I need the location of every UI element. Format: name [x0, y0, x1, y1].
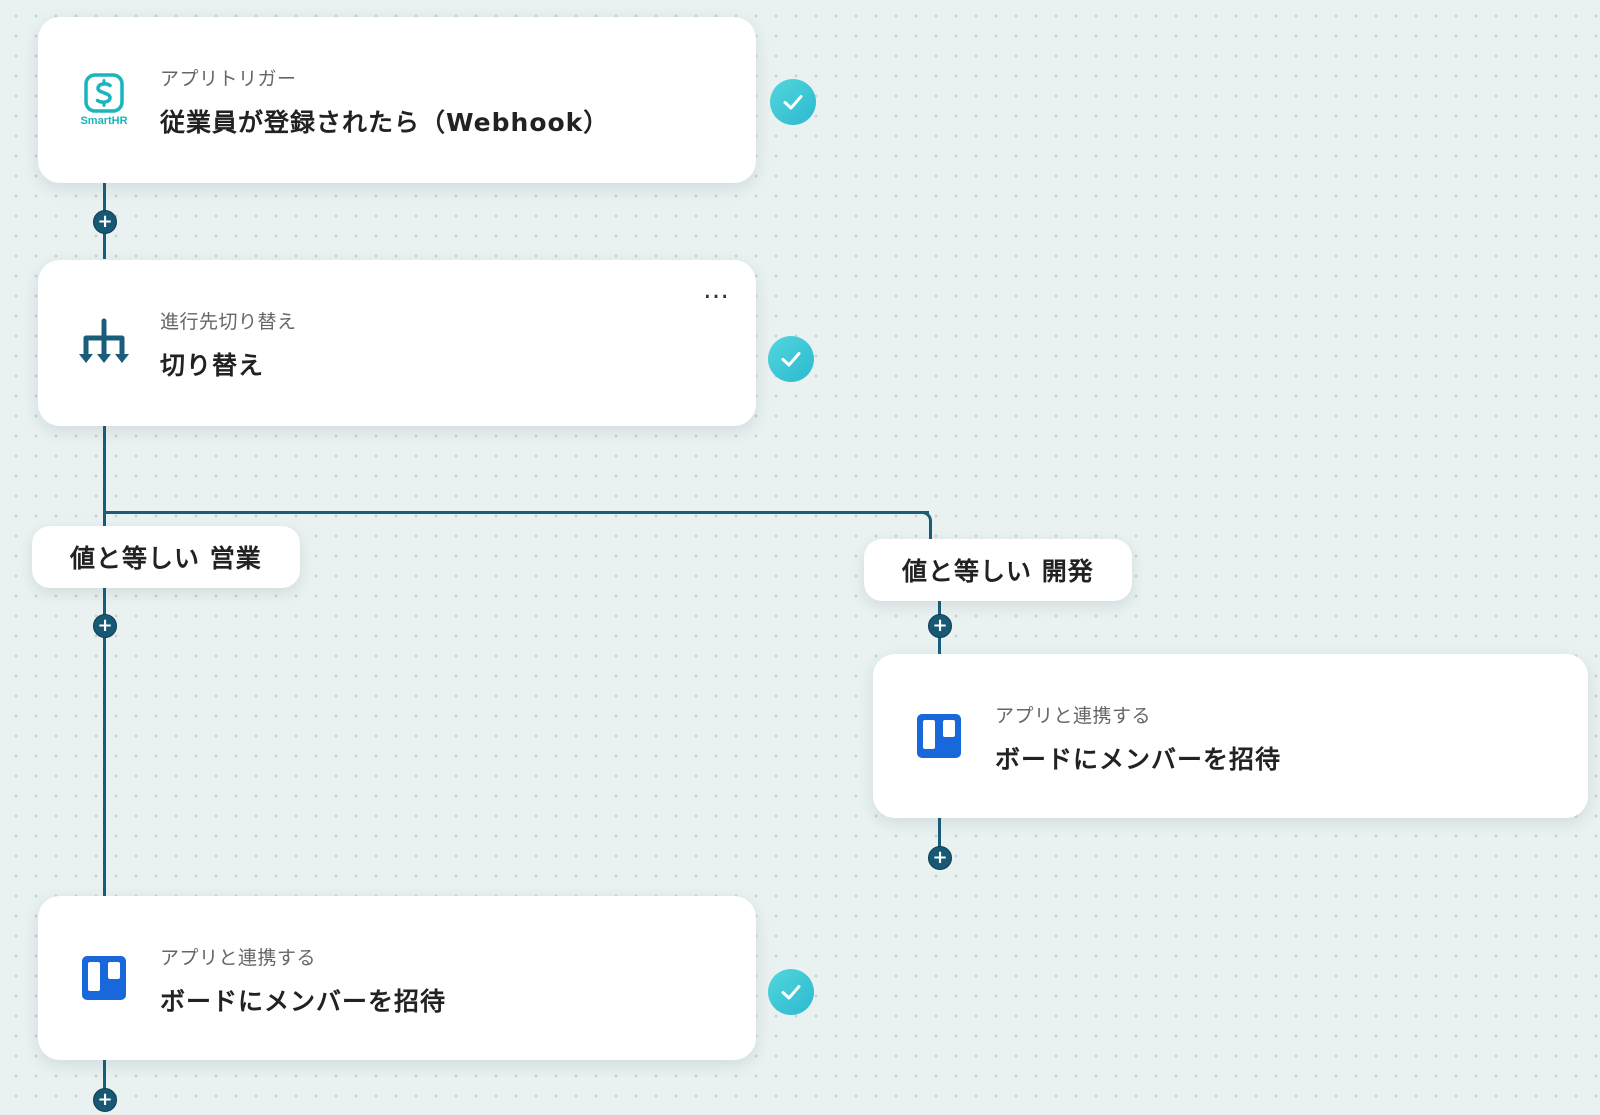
more-options-icon[interactable]: …	[703, 277, 730, 303]
add-step-button[interactable]: +	[928, 846, 952, 870]
step-category: アプリと連携する	[995, 705, 1152, 727]
add-step-button[interactable]: +	[93, 1088, 117, 1112]
connector-line	[103, 511, 929, 514]
check-icon	[768, 336, 814, 382]
check-icon	[768, 969, 814, 1015]
step-title: 従業員が登録されたら（Webhook）	[160, 108, 610, 137]
trello-icon	[909, 706, 969, 766]
step-card-trigger[interactable]: SmartHR アプリトリガー 従業員が登録されたら（Webhook）	[38, 17, 756, 183]
branch-label-dev[interactable]: 値と等しい 開発	[864, 539, 1132, 601]
add-step-button[interactable]: +	[928, 614, 952, 638]
step-category: 進行先切り替え	[160, 311, 297, 333]
step-category: アプリと連携する	[160, 947, 317, 969]
step-title: ボードにメンバーを招待	[160, 987, 447, 1016]
branch-switch-icon	[74, 313, 134, 373]
flow-canvas: SmartHR アプリトリガー 従業員が登録されたら（Webhook） + 進行…	[0, 0, 1600, 1115]
branch-label-sales[interactable]: 値と等しい 営業	[32, 526, 300, 588]
step-category: アプリトリガー	[160, 68, 297, 90]
connector-line	[103, 426, 106, 896]
step-title: ボードにメンバーを招待	[995, 745, 1282, 774]
smarthr-logo-text: SmartHR	[80, 115, 128, 127]
add-step-button[interactable]: +	[93, 210, 117, 234]
check-icon	[770, 79, 816, 125]
step-card-trello-right[interactable]: アプリと連携する ボードにメンバーを招待	[873, 654, 1588, 818]
add-step-button[interactable]: +	[93, 614, 117, 638]
smarthr-logo-icon: SmartHR	[74, 70, 134, 130]
step-card-trello-left[interactable]: アプリと連携する ボードにメンバーを招待	[38, 896, 756, 1060]
step-card-switch[interactable]: 進行先切り替え 切り替え …	[38, 260, 756, 426]
trello-icon	[74, 948, 134, 1008]
connector-elbow	[916, 511, 932, 539]
step-title: 切り替え	[160, 351, 265, 380]
